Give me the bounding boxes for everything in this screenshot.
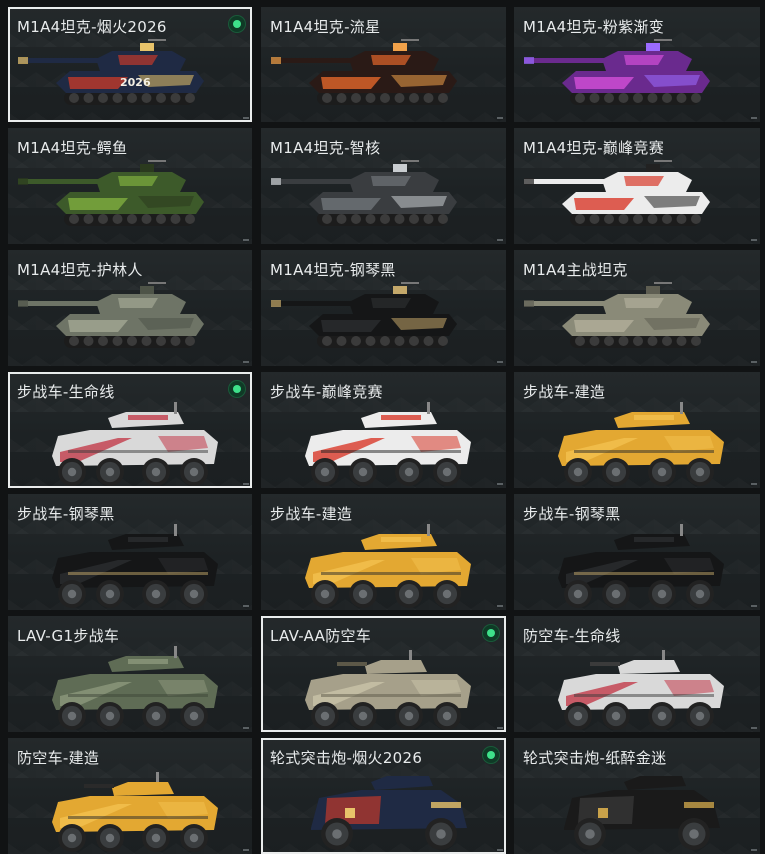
tank-model [271, 160, 457, 226]
skin-title: M1A4坦克-钢琴黑 [270, 261, 396, 279]
corner-mark [751, 117, 757, 119]
skin-card[interactable]: 轮式突击炮-纸醉金迷 [514, 738, 760, 854]
skin-card[interactable]: M1A4坦克-护林人 [8, 250, 252, 366]
equipped-dot-icon [483, 747, 499, 763]
skin-title: M1A4坦克-粉紫渐变 [523, 18, 665, 36]
skin-title: M1A4主战坦克 [523, 261, 628, 279]
skin-grid: 2026 M1A4坦克-烟火2026 M1A4坦克-流星 M1A4坦克-粉紫渐变 M1A… [0, 0, 765, 854]
corner-mark [497, 849, 503, 851]
corner-mark [497, 361, 503, 363]
skin-title: 步战车-钢琴黑 [17, 505, 115, 523]
corner-mark [751, 361, 757, 363]
corner-mark [243, 483, 249, 485]
skin-title: 轮式突击炮-烟火2026 [270, 749, 423, 767]
equipped-dot-icon [483, 625, 499, 641]
skin-title: 防空车-生命线 [523, 627, 621, 645]
aa-model [52, 772, 218, 852]
skin-card[interactable]: LAV-G1步战车 [8, 616, 252, 732]
ifv-model [52, 524, 218, 608]
ifv-model [52, 402, 218, 486]
skin-card[interactable]: 防空车-生命线 [514, 616, 760, 732]
skin-card[interactable]: 步战车-钢琴黑 [514, 494, 760, 610]
corner-mark [497, 239, 503, 241]
skin-card[interactable]: 步战车-巅峰竞赛 [261, 372, 506, 488]
tank-model [271, 39, 457, 105]
skin-card[interactable]: M1A4坦克-鳄鱼 [8, 128, 252, 244]
tank-model [18, 160, 204, 226]
ifv-model [305, 402, 471, 486]
corner-mark [751, 605, 757, 607]
skin-card[interactable]: M1A4坦克-钢琴黑 [261, 250, 506, 366]
skin-card[interactable]: 步战车-建造 [514, 372, 760, 488]
corner-mark [751, 483, 757, 485]
skin-card[interactable]: 轮式突击炮-烟火2026 [261, 738, 506, 854]
skin-title: M1A4坦克-巅峰竞赛 [523, 139, 665, 157]
skin-card[interactable]: 步战车-钢琴黑 [8, 494, 252, 610]
assault-gun-model [311, 776, 467, 850]
corner-mark [243, 849, 249, 851]
corner-mark [243, 239, 249, 241]
equipped-dot-icon [229, 16, 245, 32]
tank-model [524, 39, 710, 105]
skin-title: 步战车-生命线 [17, 383, 115, 401]
assault-gun-model [564, 776, 720, 850]
skin-card[interactable]: 步战车-生命线 [8, 372, 252, 488]
corner-mark [243, 727, 249, 729]
skin-card[interactable]: M1A4坦克-流星 [261, 7, 506, 122]
skin-title: 步战车-建造 [270, 505, 353, 523]
skin-card[interactable]: M1A4坦克-巅峰竞赛 [514, 128, 760, 244]
ifv-model [558, 524, 724, 608]
corner-mark [243, 117, 249, 119]
corner-mark [497, 117, 503, 119]
skin-title: LAV-AA防空车 [270, 627, 372, 645]
ifv-model [52, 646, 218, 730]
corner-mark [243, 361, 249, 363]
skin-card[interactable]: M1A4坦克-智核 [261, 128, 506, 244]
skin-card[interactable]: 2026 M1A4坦克-烟火2026 [8, 7, 252, 122]
skin-title: 步战车-建造 [523, 383, 606, 401]
aa-model [305, 650, 471, 730]
tank-decal: 2026 [120, 76, 151, 89]
corner-mark [751, 239, 757, 241]
ifv-model [305, 524, 471, 608]
skin-card[interactable]: M1A4主战坦克 [514, 250, 760, 366]
skin-title: M1A4坦克-鳄鱼 [17, 139, 128, 157]
equipped-dot-icon [229, 381, 245, 397]
tank-model [524, 282, 710, 348]
skin-card[interactable]: M1A4坦克-粉紫渐变 [514, 7, 760, 122]
skin-title: 轮式突击炮-纸醉金迷 [523, 749, 667, 767]
corner-mark [243, 605, 249, 607]
skin-card[interactable]: 防空车-建造 [8, 738, 252, 854]
skin-card[interactable]: 步战车-建造 [261, 494, 506, 610]
ifv-model [558, 402, 724, 486]
skin-title: M1A4坦克-烟火2026 [17, 18, 167, 36]
skin-title: 步战车-钢琴黑 [523, 505, 621, 523]
skin-title: M1A4坦克-智核 [270, 139, 381, 157]
corner-mark [751, 849, 757, 851]
skin-title: 防空车-建造 [17, 749, 100, 767]
corner-mark [497, 727, 503, 729]
corner-mark [497, 605, 503, 607]
skin-card[interactable]: LAV-AA防空车 [261, 616, 506, 732]
tank-model [524, 160, 710, 226]
tank-model [18, 282, 204, 348]
tank-model [271, 282, 457, 348]
skin-title: M1A4坦克-流星 [270, 18, 381, 36]
skin-title: 步战车-巅峰竞赛 [270, 383, 383, 401]
corner-mark [751, 727, 757, 729]
corner-mark [497, 483, 503, 485]
tank-model: 2026 [18, 39, 204, 105]
aa-model [558, 650, 724, 730]
skin-title: LAV-G1步战车 [17, 627, 120, 645]
skin-title: M1A4坦克-护林人 [17, 261, 143, 279]
